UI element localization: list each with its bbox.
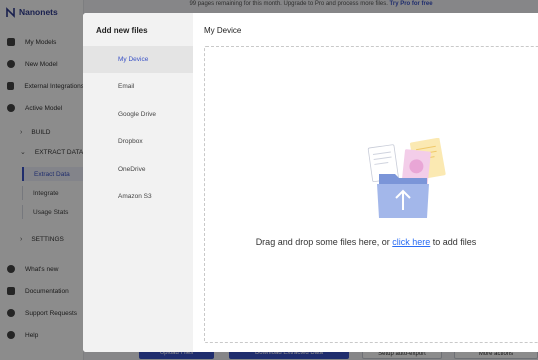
source-google-drive[interactable]: Google Drive [83, 101, 193, 128]
click-here-link[interactable]: click here [392, 237, 430, 247]
drop-instructions: Drag and drop some files here, or click … [205, 237, 527, 247]
source-onedrive[interactable]: OneDrive [83, 156, 193, 183]
source-amazon-s3[interactable]: Amazon S3 [83, 183, 193, 210]
source-dropbox[interactable]: Dropbox [83, 128, 193, 155]
panel-title: My Device [204, 26, 242, 35]
upload-panel: My Device Drag and drop some files here,… [193, 13, 538, 352]
source-list: Add new files My Device Email Google Dri… [83, 13, 193, 352]
add-files-modal: Add new files My Device Email Google Dri… [83, 13, 538, 352]
drop-text-prefix: Drag and drop some files here, or [255, 237, 393, 247]
source-my-device[interactable]: My Device [83, 46, 193, 73]
file-drop-zone[interactable]: Drag and drop some files here, or click … [204, 46, 538, 343]
files-folder-illustration-icon [367, 138, 446, 218]
modal-side-title: Add new files [96, 26, 148, 35]
drop-text-suffix: to add files [430, 237, 477, 247]
source-email[interactable]: Email [83, 73, 193, 100]
